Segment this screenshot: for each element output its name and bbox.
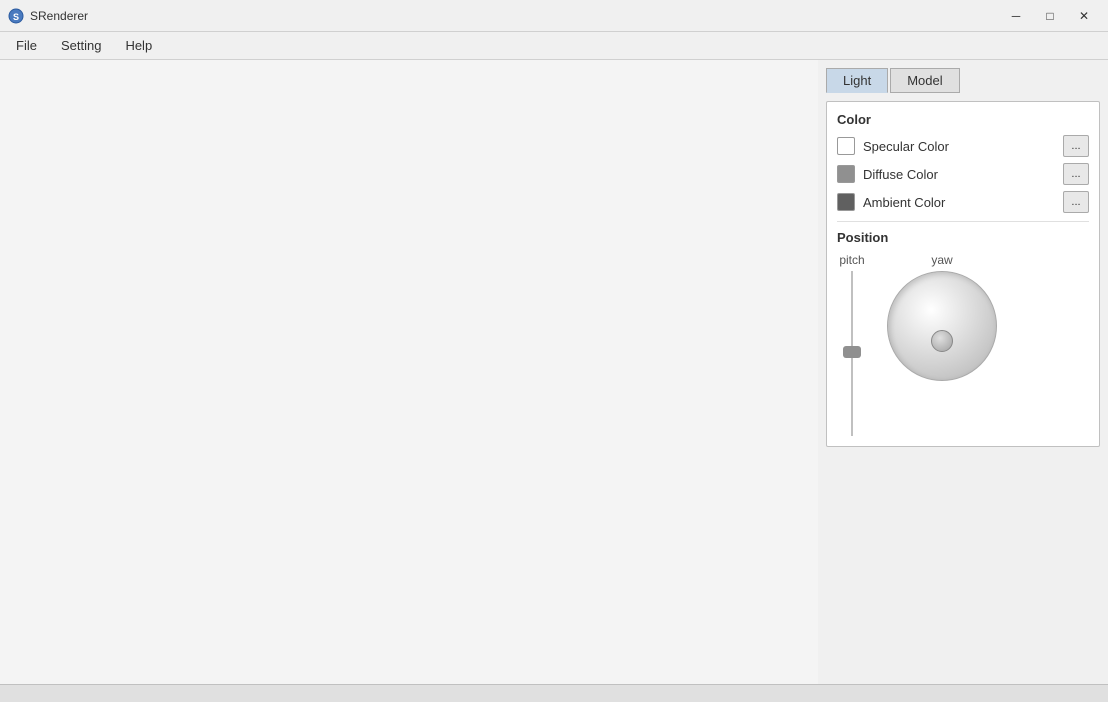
ambient-color-swatch[interactable] (837, 193, 855, 211)
specular-color-label: Specular Color (863, 139, 1055, 154)
ambient-color-label: Ambient Color (863, 195, 1055, 210)
diffuse-color-swatch[interactable] (837, 165, 855, 183)
yaw-dial[interactable] (887, 271, 997, 381)
pitch-control: pitch (837, 253, 867, 436)
app-icon: S (8, 8, 24, 24)
yaw-label: yaw (931, 253, 952, 267)
menu-setting[interactable]: Setting (49, 34, 113, 57)
position-controls: pitch yaw (837, 253, 1089, 436)
title-bar: S SRenderer ─ □ ✕ (0, 0, 1108, 32)
tab-light[interactable]: Light (826, 68, 888, 93)
light-panel: Color Specular Color ... Diffuse Color .… (826, 101, 1100, 447)
pitch-thumb[interactable] (843, 346, 861, 358)
color-section-title: Color (837, 112, 1089, 127)
ambient-color-row: Ambient Color ... (837, 191, 1089, 213)
window-controls: ─ □ ✕ (1000, 2, 1100, 30)
close-button[interactable]: ✕ (1068, 2, 1100, 30)
specular-color-swatch[interactable] (837, 137, 855, 155)
minimize-button[interactable]: ─ (1000, 2, 1032, 30)
diffuse-color-label: Diffuse Color (863, 167, 1055, 182)
menu-help[interactable]: Help (113, 34, 164, 57)
pitch-slider-container[interactable] (837, 271, 867, 436)
diffuse-color-row: Diffuse Color ... (837, 163, 1089, 185)
specular-color-row: Specular Color ... (837, 135, 1089, 157)
tab-bar: Light Model (826, 68, 1100, 93)
diffuse-color-menu-btn[interactable]: ... (1063, 163, 1089, 185)
svg-text:S: S (13, 12, 19, 22)
right-panel: Light Model Color Specular Color ... Dif… (818, 60, 1108, 684)
menu-bar: File Setting Help (0, 32, 1108, 60)
position-section-title: Position (837, 230, 1089, 245)
yaw-handle[interactable] (931, 330, 953, 352)
divider (837, 221, 1089, 222)
tab-model[interactable]: Model (890, 68, 959, 93)
status-bar (0, 684, 1108, 702)
restore-button[interactable]: □ (1034, 2, 1066, 30)
app-title: SRenderer (30, 9, 1000, 23)
canvas-area (0, 60, 818, 684)
pitch-label: pitch (839, 253, 864, 267)
ambient-color-menu-btn[interactable]: ... (1063, 191, 1089, 213)
yaw-control: yaw (887, 253, 997, 381)
main-area: Light Model Color Specular Color ... Dif… (0, 60, 1108, 684)
menu-file[interactable]: File (4, 34, 49, 57)
specular-color-menu-btn[interactable]: ... (1063, 135, 1089, 157)
